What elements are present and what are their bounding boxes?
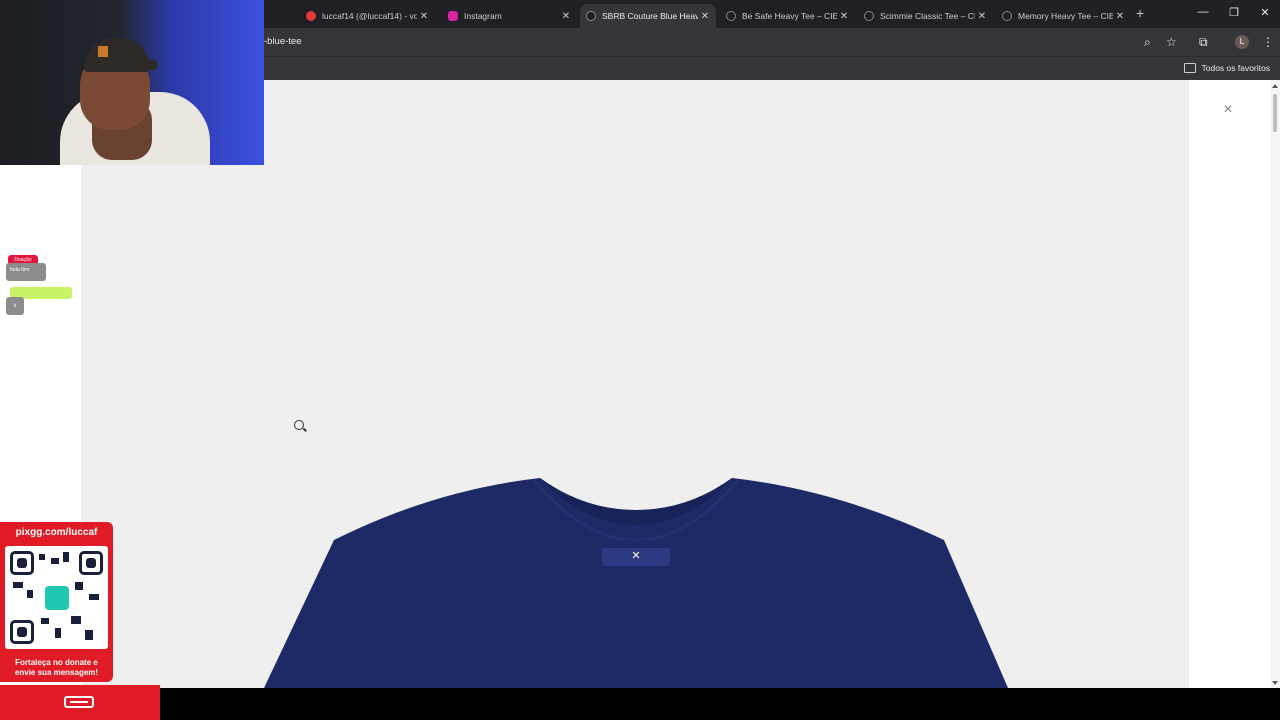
qr-module bbox=[51, 558, 59, 564]
cap-logo-icon bbox=[98, 46, 108, 57]
qr-module bbox=[85, 630, 93, 640]
tab-title: Scimmie Classic Tee – CIE bbox=[880, 11, 975, 21]
qr-center-logo bbox=[45, 586, 69, 610]
all-bookmarks-button[interactable]: Todos os favoritos bbox=[1184, 63, 1270, 73]
tab-sbrb-couture[interactable]: SBRB Couture Blue Heavy ✕ bbox=[580, 4, 716, 28]
restore-button[interactable]: ❐ bbox=[1225, 6, 1243, 19]
profile-avatar[interactable]: L bbox=[1235, 35, 1249, 49]
extensions-icon[interactable]: ⧉ bbox=[1199, 35, 1208, 50]
donate-url: pixgg.com/luccaf bbox=[15, 527, 98, 538]
tab-memory-tee[interactable]: Memory Heavy Tee – CIEN ✕ bbox=[996, 4, 1131, 28]
address-bar-text[interactable]: -blue-tee bbox=[264, 36, 302, 47]
tab-title: Memory Heavy Tee – CIEN bbox=[1018, 11, 1113, 21]
zoom-in-cursor-icon bbox=[294, 420, 304, 430]
stream-logo-icon bbox=[64, 696, 94, 708]
donate-message: Fortaleça no donate e envie sua mensagem… bbox=[0, 658, 113, 678]
close-tab-icon[interactable]: ✕ bbox=[698, 11, 712, 22]
tee-neck-label: ✕ bbox=[602, 548, 670, 566]
site-favicon-icon bbox=[864, 11, 874, 21]
webcam-overlay bbox=[0, 0, 264, 165]
chat-alert-widget: Doação foda tbm k bbox=[4, 253, 74, 317]
instagram-icon bbox=[448, 11, 458, 21]
close-lightbox-button[interactable]: × bbox=[1216, 98, 1240, 122]
chat-avatar: k bbox=[6, 297, 24, 315]
qr-module bbox=[13, 582, 23, 588]
site-favicon-icon bbox=[1002, 11, 1012, 21]
minimize-button[interactable]: — bbox=[1194, 6, 1212, 18]
donate-message-line: Fortaleça no donate e bbox=[15, 658, 98, 667]
close-tab-icon[interactable]: ✕ bbox=[975, 11, 989, 22]
close-tab-icon[interactable]: ✕ bbox=[837, 11, 851, 22]
scrollbar-thumb[interactable] bbox=[1273, 94, 1277, 132]
qr-module bbox=[39, 554, 45, 560]
scroll-up-arrow-icon[interactable] bbox=[1272, 84, 1278, 88]
qr-eye bbox=[10, 620, 34, 644]
donate-qr-panel: pixgg.com/luccaf Fortaleça no donate e e… bbox=[0, 522, 113, 682]
tab-title: Instagram bbox=[464, 11, 502, 21]
qr-eye bbox=[10, 551, 34, 575]
tab-instagram[interactable]: Instagram ✕ bbox=[442, 4, 577, 28]
zoom-icon[interactable]: ⌕ bbox=[1144, 35, 1151, 50]
stream-bottom-bar bbox=[0, 688, 1280, 720]
folder-icon bbox=[1184, 63, 1197, 73]
product-image-tshirt[interactable] bbox=[264, 470, 1008, 688]
close-tab-icon[interactable]: ✕ bbox=[417, 11, 431, 22]
qr-module bbox=[55, 628, 61, 638]
youtube-icon bbox=[306, 11, 316, 21]
close-tab-icon[interactable]: ✕ bbox=[559, 11, 573, 22]
qr-module bbox=[75, 582, 83, 590]
donate-message-line: envie sua mensagem! bbox=[14, 668, 99, 677]
site-favicon-icon bbox=[726, 11, 736, 21]
close-tab-icon[interactable]: ✕ bbox=[1113, 11, 1127, 22]
qr-module bbox=[27, 590, 33, 598]
tab-be-safe-tee[interactable]: Be Safe Heavy Tee – CIEN ✕ bbox=[720, 4, 855, 28]
tab-luccaf14[interactable]: luccaf14 (@luccaf14) - vo ✕ bbox=[300, 4, 435, 28]
scroll-down-arrow-icon[interactable] bbox=[1272, 681, 1278, 685]
page-scrollbar[interactable] bbox=[1270, 80, 1280, 688]
menu-icon[interactable]: ⋮ bbox=[1262, 35, 1274, 49]
tab-title: luccaf14 (@luccaf14) - vo bbox=[322, 11, 417, 21]
qr-eye bbox=[79, 551, 103, 575]
tab-title: SBRB Couture Blue Heavy bbox=[602, 11, 698, 21]
tab-title: Be Safe Heavy Tee – CIEN bbox=[742, 11, 837, 21]
bookmark-star-icon[interactable]: ☆ bbox=[1166, 35, 1177, 49]
tab-scimmie-tee[interactable]: Scimmie Classic Tee – CIE ✕ bbox=[858, 4, 993, 28]
qr-module bbox=[89, 594, 99, 600]
qr-module bbox=[41, 618, 49, 624]
chat-message: foda tbm bbox=[6, 263, 46, 281]
qr-module bbox=[63, 552, 69, 562]
all-bookmarks-label: Todos os favoritos bbox=[1201, 63, 1270, 73]
window-close-button[interactable]: ✕ bbox=[1256, 6, 1274, 19]
new-tab-button[interactable]: + bbox=[1136, 5, 1144, 21]
qr-module bbox=[71, 616, 81, 624]
site-favicon-icon bbox=[586, 11, 596, 21]
webcam-cap-brim bbox=[124, 60, 158, 70]
qr-code bbox=[5, 546, 108, 649]
